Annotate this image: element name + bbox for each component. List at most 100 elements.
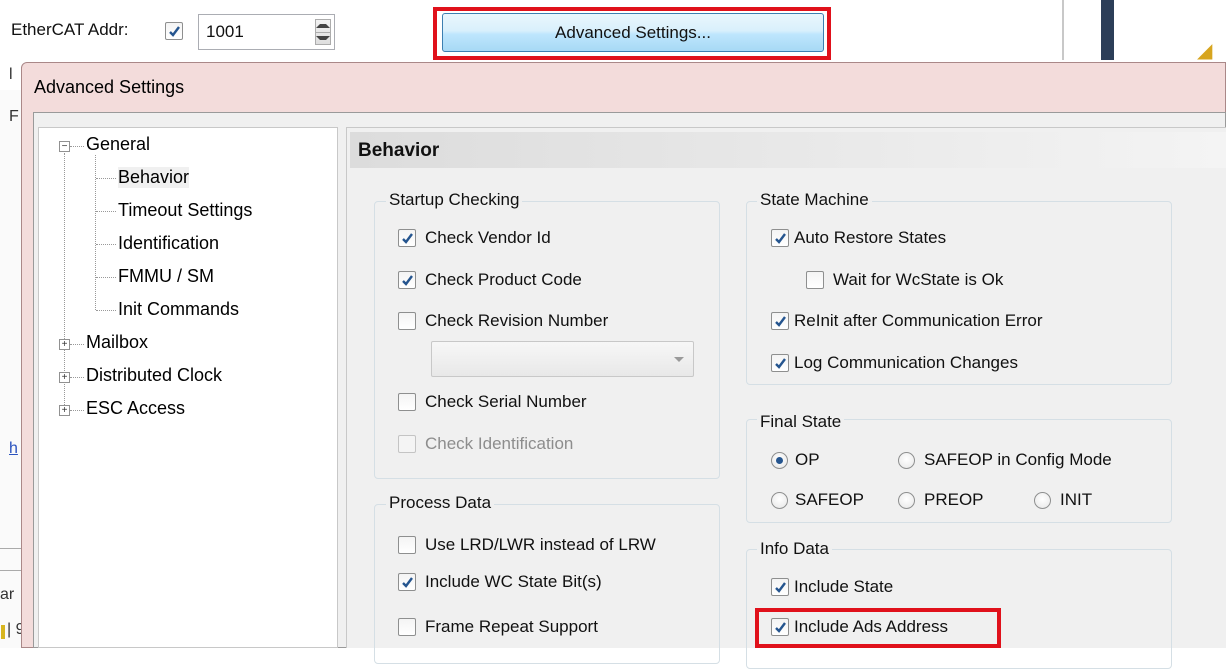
dropdown-arrow-icon[interactable]: [674, 357, 684, 362]
radio-safeop[interactable]: [771, 491, 788, 509]
expand-icon[interactable]: +: [59, 405, 70, 416]
panel-title: Behavior: [350, 132, 1226, 168]
background-link-fragment: h: [9, 440, 18, 457]
group-label: State Machine: [757, 190, 872, 210]
reinit-checkbox[interactable]: [771, 312, 789, 330]
checkbox-label: Check Revision Number: [425, 311, 609, 330]
radio-op[interactable]: [771, 451, 788, 469]
revision-number-combo[interactable]: [431, 341, 694, 377]
checkbox-label: Auto Restore States: [794, 228, 947, 247]
expand-icon[interactable]: +: [59, 372, 70, 383]
log-changes-checkbox[interactable]: [771, 354, 789, 372]
ethercat-addr-label: EtherCAT Addr:: [11, 20, 129, 39]
tree-connector: [96, 310, 116, 311]
checkbox-label: Include WC State Bit(s): [425, 572, 602, 591]
reinit-option[interactable]: ReInit after Communication Error: [771, 311, 1042, 331]
radio-label: SAFEOP: [795, 490, 864, 509]
check-revision-number-option[interactable]: Check Revision Number: [398, 311, 608, 331]
tree-item-fmmu-sm[interactable]: FMMU / SM: [118, 266, 214, 287]
tree-item-timeout-settings[interactable]: Timeout Settings: [118, 200, 252, 221]
warning-icon: ◢: [1197, 40, 1213, 62]
checkbox-label: ReInit after Communication Error: [794, 311, 1043, 330]
radio-init-option[interactable]: INIT: [1034, 490, 1092, 510]
spin-down-icon[interactable]: [316, 31, 330, 45]
include-wc-state-option[interactable]: Include WC State Bit(s): [398, 572, 602, 592]
checkbox-label: Check Serial Number: [425, 392, 587, 411]
group-label: Info Data: [757, 539, 832, 559]
tree-connector: [96, 244, 116, 245]
frame-repeat-option[interactable]: Frame Repeat Support: [398, 617, 598, 637]
background-text-fragment: l: [9, 66, 13, 83]
tree-item-identification[interactable]: Identification: [118, 233, 219, 254]
group-label: Process Data: [386, 493, 495, 513]
group-label: Final State: [757, 412, 845, 432]
radio-init[interactable]: [1034, 491, 1051, 509]
log-changes-option[interactable]: Log Communication Changes: [771, 353, 1018, 373]
include-state-option[interactable]: Include State: [771, 577, 893, 597]
radio-label: INIT: [1060, 490, 1093, 509]
expand-icon[interactable]: +: [59, 339, 70, 350]
radio-preop-option[interactable]: PREOP: [898, 490, 984, 510]
background-marker: [1, 625, 5, 639]
check-identification-checkbox: [398, 435, 416, 453]
check-vendor-id-option[interactable]: Check Vendor Id: [398, 228, 551, 248]
tree-item-esc-access[interactable]: ESC Access: [86, 398, 185, 419]
auto-restore-option[interactable]: Auto Restore States: [771, 228, 946, 248]
wait-wcstate-checkbox[interactable]: [806, 271, 824, 289]
radio-safeop-config-option[interactable]: SAFEOP in Config Mode: [898, 450, 1112, 470]
radio-label: SAFEOP in Config Mode: [924, 450, 1112, 469]
checkbox-label: Use LRD/LWR instead of LRW: [425, 535, 656, 554]
radio-label: OP: [795, 450, 820, 469]
use-lrd-lwr-checkbox[interactable]: [398, 536, 416, 554]
include-state-checkbox[interactable]: [771, 578, 789, 596]
group-label: Startup Checking: [386, 190, 523, 210]
check-vendor-id-checkbox[interactable]: [398, 229, 416, 247]
tree-connector: [96, 211, 116, 212]
ethercat-addr-value[interactable]: 1001: [206, 22, 244, 42]
tree-connector: [70, 146, 84, 147]
tree-connector: [96, 178, 116, 179]
check-serial-number-option[interactable]: Check Serial Number: [398, 392, 587, 412]
collapse-icon[interactable]: −: [59, 141, 70, 152]
radio-op-option[interactable]: OP: [771, 450, 820, 470]
radio-label: PREOP: [924, 490, 984, 509]
background-text-fragment: ar: [0, 586, 15, 603]
tree-item-distributed-clock[interactable]: Distributed Clock: [86, 365, 222, 386]
radio-safeop-option[interactable]: SAFEOP: [771, 490, 864, 510]
tree-item-general[interactable]: General: [86, 134, 150, 155]
tree-item-mailbox[interactable]: Mailbox: [86, 332, 148, 353]
ethercat-addr-checkbox[interactable]: [165, 22, 183, 40]
tree-connector: [70, 344, 84, 345]
wait-wcstate-option[interactable]: Wait for WcState is Ok: [806, 270, 1003, 290]
checkbox-label: Check Identification: [425, 434, 574, 453]
auto-restore-checkbox[interactable]: [771, 229, 789, 247]
use-lrd-lwr-option[interactable]: Use LRD/LWR instead of LRW: [398, 535, 656, 555]
ethercat-addr-spinbox[interactable]: 1001: [198, 14, 335, 50]
radio-safeop-config[interactable]: [898, 451, 915, 469]
checkbox-label: Log Communication Changes: [794, 353, 1018, 372]
checkbox-label: Frame Repeat Support: [425, 617, 598, 636]
advanced-settings-button[interactable]: Advanced Settings...: [442, 13, 824, 52]
background-scrollbar: [1101, 0, 1114, 60]
check-product-code-checkbox[interactable]: [398, 271, 416, 289]
include-wc-state-checkbox[interactable]: [398, 573, 416, 591]
dialog-title: Advanced Settings: [34, 77, 185, 97]
checkbox-label: Wait for WcState is Ok: [833, 270, 1004, 289]
check-serial-number-checkbox[interactable]: [398, 393, 416, 411]
tree-connector: [96, 277, 116, 278]
checkbox-label: Include State: [794, 577, 894, 596]
tree-item-init-commands[interactable]: Init Commands: [118, 299, 239, 320]
check-revision-number-checkbox[interactable]: [398, 312, 416, 330]
radio-preop[interactable]: [898, 491, 915, 509]
tree-item-behavior[interactable]: Behavior: [118, 167, 190, 188]
spin-up-icon[interactable]: [316, 20, 330, 32]
checkbox-label: Check Vendor Id: [425, 228, 551, 247]
frame-repeat-checkbox[interactable]: [398, 618, 416, 636]
check-product-code-option[interactable]: Check Product Code: [398, 270, 582, 290]
spin-buttons[interactable]: [315, 19, 331, 45]
tree-connector: [70, 410, 84, 411]
window-divider: [1062, 0, 1064, 60]
background-text-fragment: F: [9, 108, 19, 125]
include-ads-highlight: [755, 608, 1001, 648]
check-identification-option: Check Identification: [398, 434, 573, 454]
